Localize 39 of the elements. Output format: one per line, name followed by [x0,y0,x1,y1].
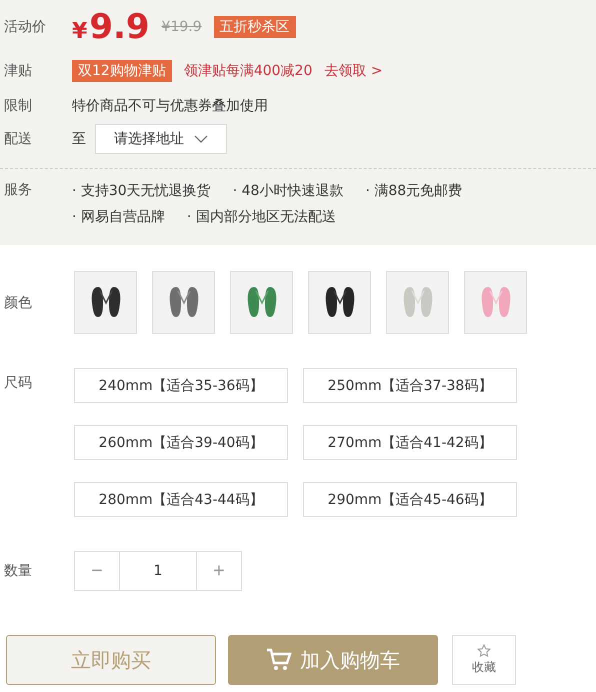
address-dropdown[interactable]: 请选择地址 [95,124,227,154]
size-option[interactable]: 240mm【适合35-36码】 [74,368,288,403]
limit-text: 特价商品不可与优惠券叠加使用 [72,97,268,115]
size-option[interactable]: 250mm【适合37-38码】 [303,368,517,403]
size-option[interactable]: 280mm【适合43-44码】 [74,482,288,517]
color-option[interactable] [152,271,215,334]
sale-price: ¥9.9 [72,7,150,47]
service-item: · 国内部分地区无法配送 [186,208,336,227]
field-label: 活动价 [3,18,47,36]
service-item: · 满88元免邮费 [365,182,462,201]
field-label: 尺码 [3,374,33,392]
original-price: ¥19.9 [162,19,202,35]
subsidy-text: 领津贴每满400减20 [184,62,312,80]
favorite-button[interactable]: 收藏 [452,635,516,685]
star-icon [477,644,491,658]
color-option[interactable] [74,271,137,334]
size-option[interactable]: 260mm【适合39-40码】 [74,425,288,460]
subsidy-tag: 双12购物津贴 [72,60,172,82]
color-option[interactable] [464,271,527,334]
service-item: · 48小时快速退款 [232,182,344,201]
field-label: 限制 [3,97,33,115]
color-option[interactable] [308,271,371,334]
cart-icon [266,648,292,672]
color-option[interactable] [386,271,449,334]
claim-link[interactable]: 去领取 > [324,62,383,80]
field-label: 服务 [3,181,33,199]
field-label: 津贴 [3,62,33,80]
to-text: 至 [72,130,86,148]
color-option[interactable] [230,271,293,334]
quantity-field[interactable]: 1 [120,551,196,591]
field-label: 颜色 [3,294,33,312]
service-item: · 网易自营品牌 [72,208,165,227]
size-option[interactable]: 290mm【适合45-46码】 [303,482,517,517]
chevron-down-icon [194,135,208,143]
service-item: · 支持30天无忧退换货 [72,182,211,201]
promo-badge: 五折秒杀区 [214,16,296,38]
size-option[interactable]: 270mm【适合41-42码】 [303,425,517,460]
field-label: 配送 [3,130,33,148]
field-label: 数量 [3,562,33,580]
